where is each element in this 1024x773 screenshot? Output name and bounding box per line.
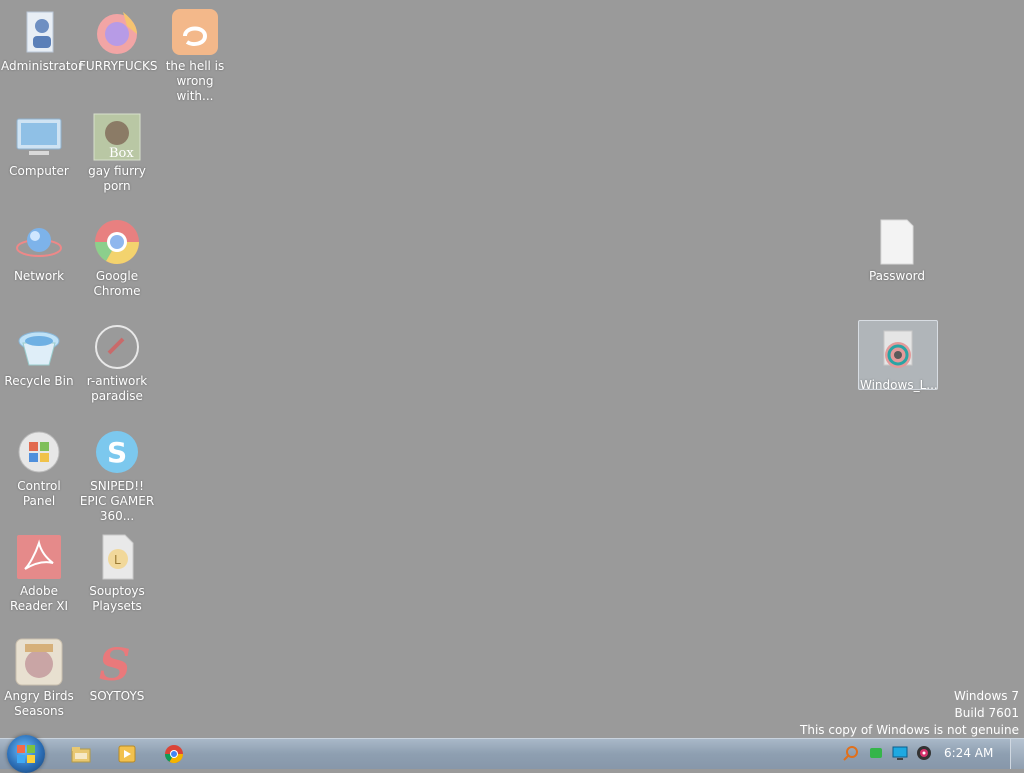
icon-label: Windows_L...	[860, 378, 938, 392]
desktop-icon-recycle-bin[interactable]: Recycle Bin	[0, 317, 78, 389]
taskbar-clock[interactable]: 6:24 AM	[944, 746, 993, 760]
watermark-os-name: Windows 7	[953, 689, 1019, 703]
icon-label: FURRYFUCKS	[79, 59, 158, 73]
icon-label: Angry Birds Seasons	[4, 689, 74, 718]
icon-label: the hell is wrong with...	[165, 59, 225, 103]
chrome-icon	[93, 218, 141, 266]
icon-label: Control Panel	[17, 479, 61, 508]
windows-loader-icon	[874, 327, 922, 375]
desktop-icon-uc-browser[interactable]: the hell is wrong with...	[156, 2, 234, 104]
green-tray-icon[interactable]	[868, 745, 884, 761]
uc-browser-icon	[171, 8, 219, 56]
media-player-icon[interactable]	[117, 744, 137, 764]
windows-genuine-watermark: Windows 7 Build 7601 This copy of Window…	[800, 688, 1019, 739]
icon-label: Adobe Reader XI	[9, 584, 69, 613]
search-tray-icon[interactable]	[843, 745, 859, 761]
skype-icon: S	[93, 428, 141, 476]
souptoys-file-icon: L	[93, 533, 141, 581]
icon-label: SOYTOYS	[89, 689, 145, 703]
desktop-icon-control-panel[interactable]: Control Panel	[0, 422, 78, 509]
desktop-icon-furryfucks[interactable]: FURRYFUCKS	[78, 2, 158, 74]
icon-label: gay fiurry porn	[88, 164, 146, 193]
soytoys-s-icon: S	[93, 638, 141, 691]
desktop-icon-administrator[interactable]: Administrator	[0, 2, 83, 74]
desktop-icon-soytoys[interactable]: S SOYTOYS	[78, 632, 156, 704]
desktop-icon-adobe-reader[interactable]: Adobe Reader XI	[0, 527, 78, 614]
box-image-icon: Box	[93, 113, 141, 161]
icon-label: Administrator	[1, 59, 83, 73]
icon-label: Network	[13, 269, 65, 283]
desktop-icon-computer[interactable]: Computer	[0, 107, 78, 179]
control-panel-icon	[15, 428, 63, 476]
firefox-icon	[93, 8, 141, 56]
taskbar: 6:24 AM	[0, 735, 1024, 773]
start-button[interactable]	[7, 735, 45, 773]
show-desktop-button[interactable]	[1010, 739, 1024, 769]
desktop-icon-network[interactable]: Network	[0, 212, 78, 284]
chrome-icon[interactable]	[164, 744, 184, 764]
icon-label: Recycle Bin	[4, 374, 74, 388]
svg-text:S: S	[107, 436, 127, 469]
desktop-icon-google-chrome[interactable]: Google Chrome	[78, 212, 156, 299]
watermark-build: Build 7601	[954, 706, 1019, 720]
speaker-tray-icon[interactable]	[916, 745, 932, 761]
svg-text:S: S	[99, 640, 131, 686]
desktop-icon-sniped-epic-gamer[interactable]: S SNIPED!! EPIC GAMER 360...	[78, 422, 156, 524]
icon-label: Computer	[9, 164, 69, 178]
svg-text:Box: Box	[109, 146, 134, 161]
user-folder-icon	[15, 8, 63, 56]
svg-text:L: L	[114, 553, 121, 567]
monitor-tray-icon[interactable]	[892, 745, 908, 761]
computer-icon	[15, 113, 63, 161]
icon-label: SNIPED!! EPIC GAMER 360...	[79, 479, 155, 523]
desktop-icon-angry-birds-seasons[interactable]: Angry Birds Seasons	[0, 632, 78, 719]
r-antiwork-icon	[93, 323, 141, 371]
desktop-icon-r-antiwork[interactable]: r-antiwork paradise	[78, 317, 156, 404]
icon-label: Google Chrome	[93, 269, 141, 298]
desktop[interactable]: Administrator Computer Network Recycle B…	[0, 0, 1024, 738]
desktop-icon-gay-fiurry[interactable]: Box gay fiurry porn	[78, 107, 156, 194]
desktop-icon-password[interactable]: Password	[858, 212, 936, 284]
windows-logo-icon	[17, 745, 35, 763]
network-globe-icon	[15, 218, 63, 266]
explorer-icon[interactable]	[71, 744, 91, 764]
desktop-icon-souptoys-playsets[interactable]: L Souptoys Playsets	[78, 527, 156, 614]
watermark-not-genuine: This copy of Windows is not genuine	[800, 723, 1019, 737]
icon-label: Password	[868, 269, 926, 283]
text-file-icon	[873, 218, 921, 266]
adobe-reader-icon	[15, 533, 63, 581]
icon-label: Souptoys Playsets	[89, 584, 145, 613]
desktop-icon-windows-loader[interactable]: Windows_L...	[858, 320, 938, 392]
icon-label: r-antiwork paradise	[86, 374, 148, 403]
angry-birds-icon	[15, 638, 63, 686]
recycle-bin-icon	[15, 323, 63, 371]
